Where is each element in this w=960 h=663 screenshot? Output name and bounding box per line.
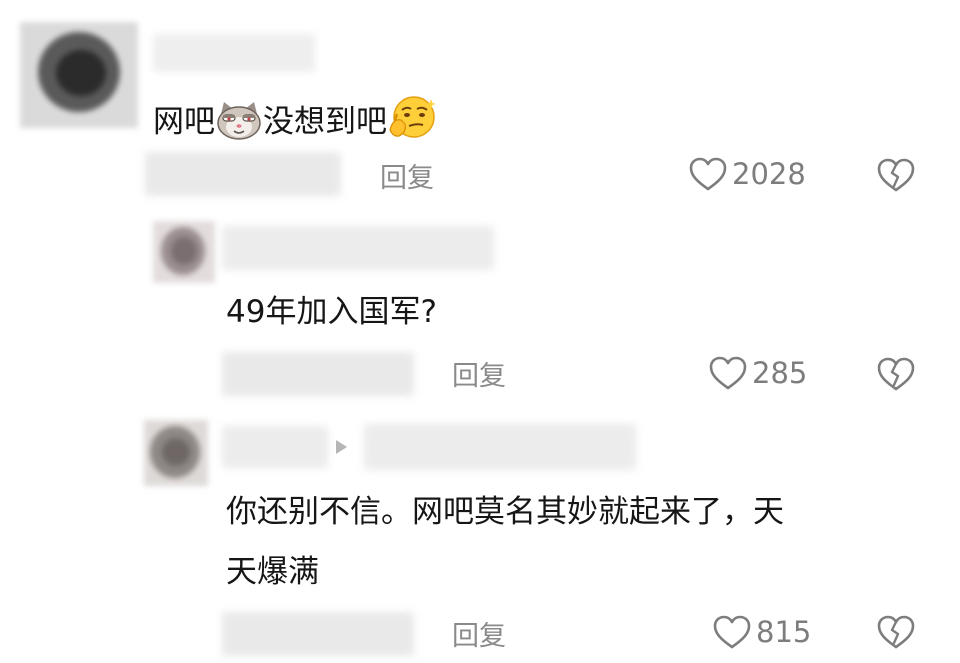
like-button[interactable]: 2028 [688, 156, 806, 192]
comment-text-line-2: 天爆满 [226, 554, 319, 590]
timestamp-blurred [222, 352, 414, 396]
comment-text-part: 网吧 [153, 104, 215, 140]
timestamp-blurred [145, 152, 341, 196]
reply-button[interactable]: 回复 [380, 156, 434, 195]
like-count: 285 [752, 356, 808, 390]
comment-text: 49年加入国军? [226, 294, 437, 330]
reply-button[interactable]: 回复 [452, 614, 506, 653]
like-count: 2028 [732, 157, 806, 191]
broken-heart-icon [876, 157, 916, 193]
broken-heart-icon [876, 614, 916, 650]
avatar[interactable] [144, 420, 208, 486]
avatar[interactable] [20, 22, 138, 128]
comment-text: 网吧 没想到吧 [153, 94, 437, 152]
username-blurred[interactable] [222, 426, 328, 468]
broken-heart-icon [876, 356, 916, 392]
cat-face-icon [215, 100, 263, 152]
username-blurred[interactable] [153, 34, 315, 72]
timestamp-blurred [222, 612, 414, 656]
username-blurred[interactable] [222, 226, 494, 270]
dislike-button[interactable] [876, 157, 916, 193]
reply-button[interactable]: 回复 [452, 354, 506, 393]
like-button[interactable]: 285 [708, 355, 807, 391]
dislike-button[interactable] [876, 614, 916, 650]
heart-outline-icon [708, 355, 748, 391]
avatar[interactable] [153, 221, 215, 283]
dislike-button[interactable] [876, 356, 916, 392]
like-count: 815 [756, 615, 812, 649]
thinking-face-icon [387, 94, 437, 152]
comment-text-part: 没想到吧 [263, 104, 387, 140]
like-button[interactable]: 815 [712, 614, 811, 650]
heart-outline-icon [688, 156, 728, 192]
reply-target-blurred[interactable] [364, 424, 636, 470]
play-arrow-icon [336, 440, 347, 454]
heart-outline-icon [712, 614, 752, 650]
comment-text-line-1: 你还别不信。网吧莫名其妙就起来了，天 [226, 494, 784, 530]
